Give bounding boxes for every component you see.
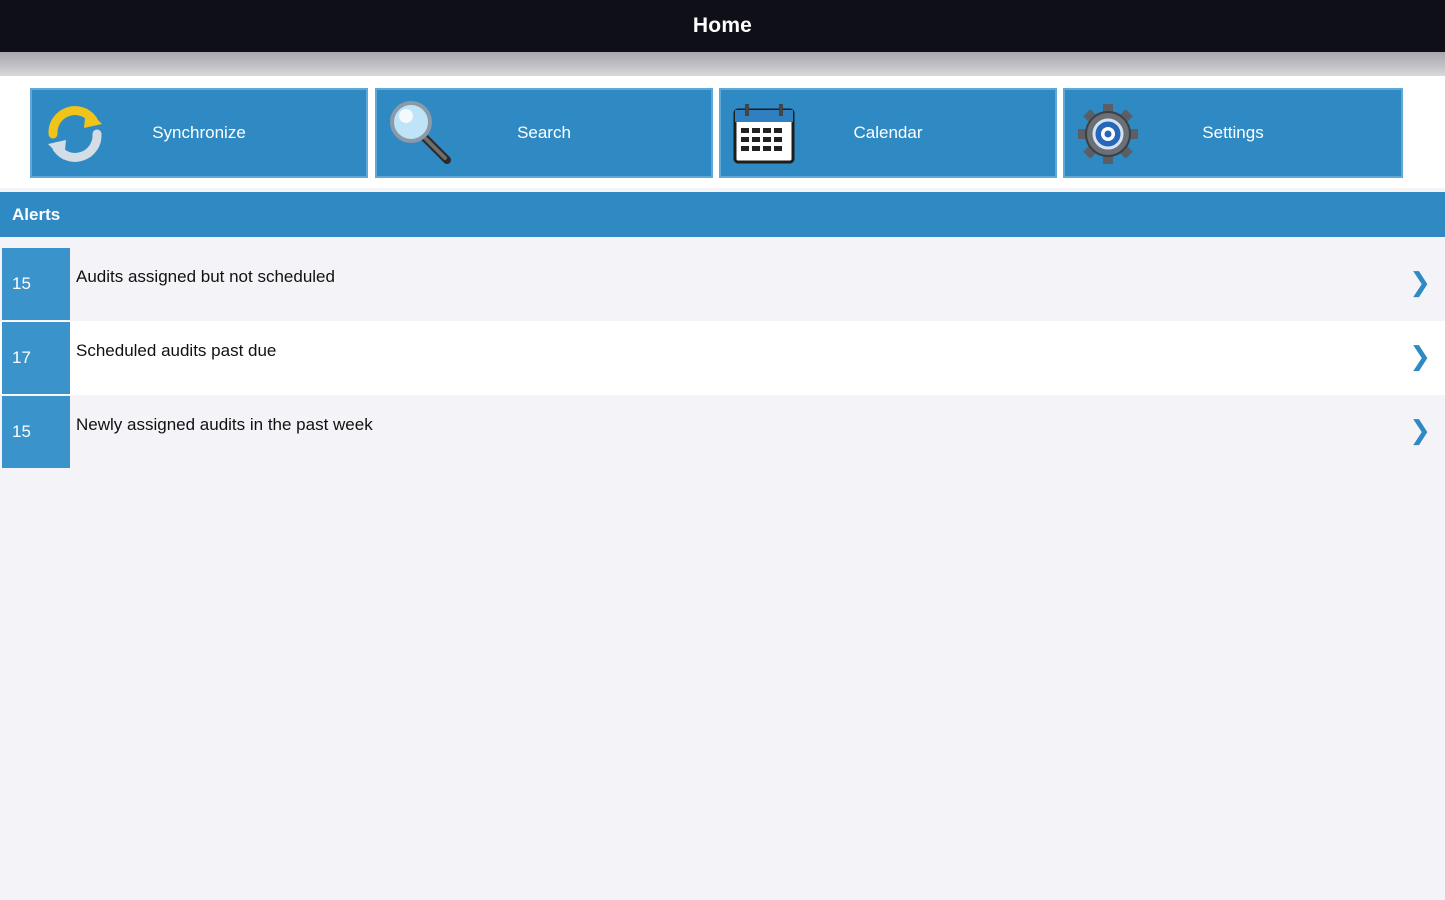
alert-count-badge: 17 (2, 322, 70, 394)
alert-count-badge: 15 (2, 248, 70, 320)
search-button[interactable]: Search (375, 88, 713, 178)
alert-list: 15 Audits assigned but not scheduled ❯ 1… (0, 247, 1445, 469)
toolbar: Synchronize Search Calendar Settings (0, 76, 1445, 188)
calendar-label: Calendar (853, 123, 923, 142)
alerts-title: Alerts (12, 204, 61, 224)
alert-item[interactable]: 15 Newly assigned audits in the past wee… (0, 395, 1445, 469)
chevron-right-icon[interactable]: ❯ (1409, 417, 1431, 443)
alert-text: Audits assigned but not scheduled (76, 267, 335, 286)
header-divider (0, 52, 1445, 76)
alert-count-badge: 15 (2, 396, 70, 468)
synchronize-label: Synchronize (152, 123, 246, 142)
alert-text: Newly assigned audits in the past week (76, 415, 373, 434)
settings-label: Settings (1202, 123, 1264, 142)
alert-item[interactable]: 17 Scheduled audits past due ❯ (0, 321, 1445, 395)
title-bar: Home (0, 0, 1445, 52)
alerts-header: Alerts (0, 192, 1445, 237)
alert-item[interactable]: 15 Audits assigned but not scheduled ❯ (0, 247, 1445, 321)
settings-button[interactable]: Settings (1063, 88, 1403, 178)
calendar-button[interactable]: Calendar (719, 88, 1057, 178)
chevron-right-icon[interactable]: ❯ (1409, 343, 1431, 369)
page-title: Home (692, 14, 753, 37)
alert-text: Scheduled audits past due (76, 341, 277, 360)
search-label: Search (517, 123, 571, 142)
synchronize-button[interactable]: Synchronize (30, 88, 368, 178)
chevron-right-icon[interactable]: ❯ (1409, 269, 1431, 295)
